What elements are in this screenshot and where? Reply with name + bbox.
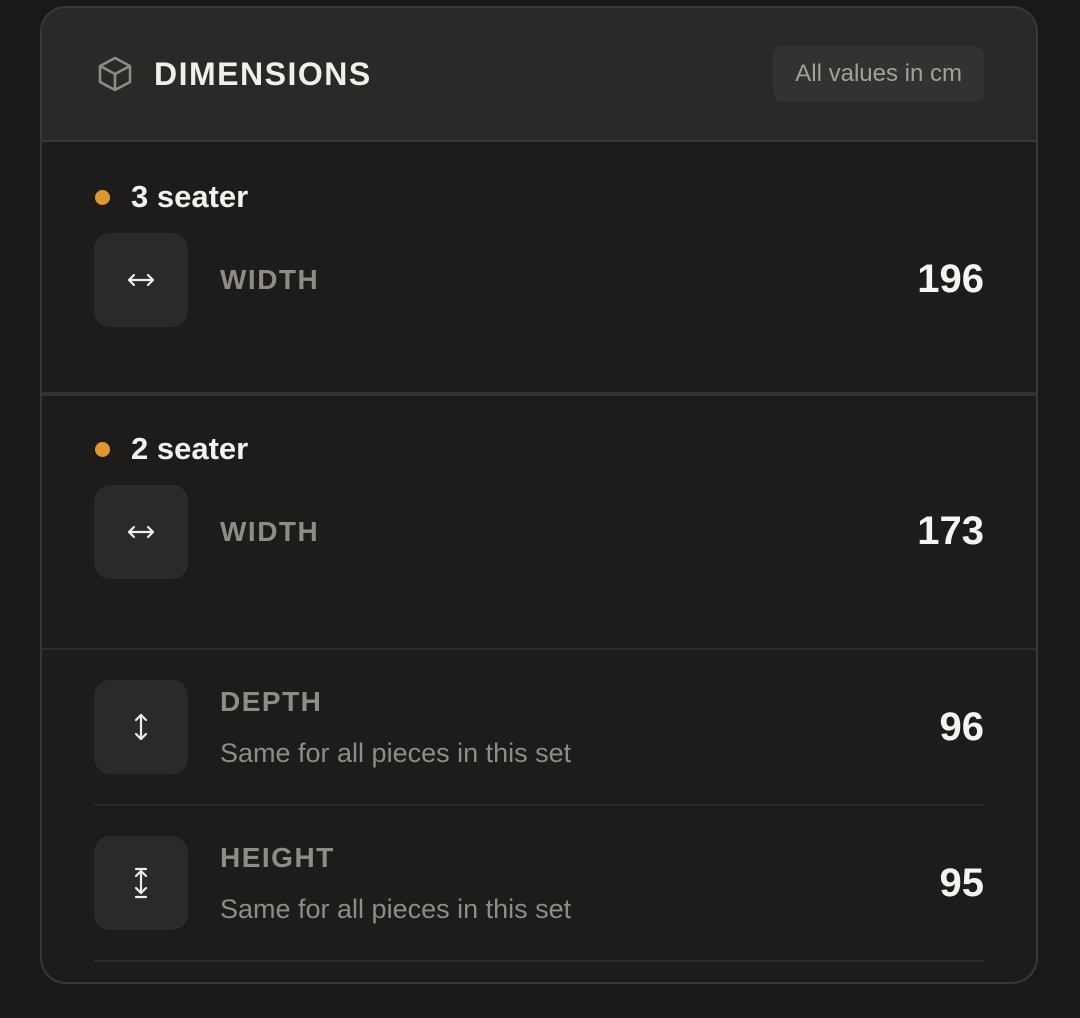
dimensions-header: DIMENSIONS All values in cm — [42, 8, 1036, 142]
dimension-value: 95 — [939, 860, 985, 905]
dimension-label: DEPTH — [220, 685, 323, 717]
dimension-label: HEIGHT — [220, 841, 335, 873]
horizontal-arrows-icon — [94, 484, 188, 579]
cube-icon — [96, 55, 134, 93]
height-arrows-icon — [94, 836, 188, 930]
dimension-label: WIDTH — [220, 515, 320, 547]
vertical-arrows-icon — [94, 680, 188, 774]
dimension-note: Same for all pieces in this set — [220, 893, 572, 924]
section-name: 3 seater — [131, 179, 249, 214]
dimension-row-depth: DEPTH Same for all pieces in this set 96 — [94, 650, 984, 806]
horizontal-arrows-icon — [94, 232, 188, 327]
section-name: 2 seater — [131, 431, 249, 466]
dimension-value: 196 — [917, 257, 984, 301]
section-3-seater: 3 seater WIDTH 196 — [42, 142, 1036, 396]
dimension-note: Same for all pieces in this set — [220, 737, 572, 768]
units-badge: All values in cm — [773, 46, 984, 102]
dimension-row-width: WIDTH 173 — [94, 484, 984, 579]
section-2-seater: 2 seater WIDTH 173 — [42, 396, 1036, 650]
accent-dot — [95, 189, 110, 205]
dimension-row-width: WIDTH 196 — [94, 232, 984, 327]
page-title: DIMENSIONS — [154, 55, 372, 92]
section-header: 3 seater — [94, 179, 984, 214]
dimension-row-height: HEIGHT Same for all pieces in this set 9… — [94, 806, 984, 962]
section-header: 2 seater — [94, 431, 984, 466]
shared-dimensions: DEPTH Same for all pieces in this set 96… — [42, 650, 1036, 962]
dimensions-card: DIMENSIONS All values in cm 3 seater WID… — [40, 6, 1038, 984]
dimension-label: WIDTH — [220, 263, 320, 295]
accent-dot — [95, 441, 110, 457]
dimension-value: 96 — [939, 704, 985, 749]
dimension-value: 173 — [917, 509, 984, 553]
